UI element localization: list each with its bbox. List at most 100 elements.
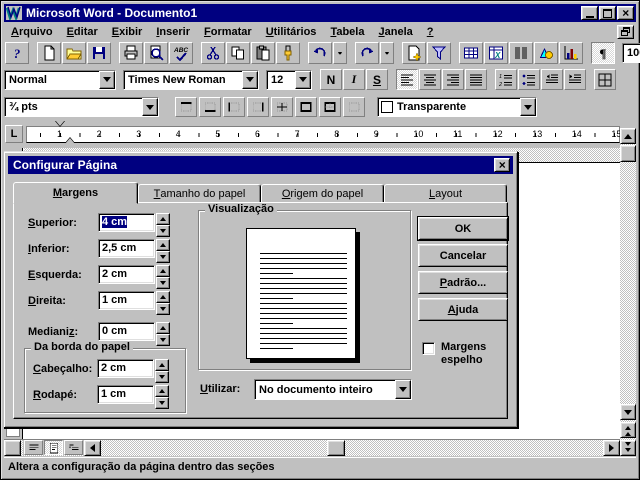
align-right-button[interactable] [442, 69, 464, 90]
cabeçalho-input[interactable]: 2 cm [97, 359, 154, 378]
show-paragraph-button[interactable]: ¶ [591, 42, 615, 64]
spinner[interactable] [156, 291, 170, 310]
border-none-button[interactable] [343, 97, 365, 117]
tab-origem-do-papel[interactable]: Origem do papel [261, 184, 384, 203]
print-preview-button[interactable] [144, 42, 168, 64]
increase-indent-button[interactable] [564, 69, 586, 90]
spin-up-button[interactable] [156, 213, 170, 225]
menu-inserir[interactable]: Inserir [149, 24, 197, 40]
open-button[interactable] [62, 42, 86, 64]
scroll-down-button[interactable] [620, 404, 636, 420]
dialog-close-button[interactable]: × [494, 158, 510, 172]
save-button[interactable] [87, 42, 111, 64]
paste-button[interactable] [251, 42, 275, 64]
superior-input[interactable]: 4 cm [98, 213, 155, 232]
bold-button[interactable]: N [320, 69, 342, 90]
mirror-margins-checkbox[interactable] [422, 342, 435, 355]
esquerda-input[interactable]: 2 cm [98, 265, 155, 284]
border-inside-button[interactable] [271, 97, 293, 117]
chevron-down-icon[interactable] [520, 98, 536, 116]
spinner[interactable] [156, 265, 170, 284]
redo-button[interactable] [355, 42, 379, 64]
autoformat-button[interactable] [427, 42, 451, 64]
spin-down-button[interactable] [155, 397, 169, 409]
zoom-combo[interactable]: 100% [622, 43, 640, 63]
font-combo[interactable]: Times New Roman [123, 70, 259, 90]
spin-down-button[interactable] [156, 277, 170, 289]
copy-button[interactable] [226, 42, 250, 64]
vscroll-thumb[interactable] [620, 145, 636, 162]
minimize-button[interactable] [581, 6, 598, 20]
border-top-button[interactable] [175, 97, 197, 117]
align-left-button[interactable] [396, 69, 418, 90]
chevron-down-icon[interactable] [142, 98, 158, 116]
cancelar-button[interactable]: Cancelar [418, 244, 508, 267]
border-box-inside-button[interactable] [319, 97, 341, 117]
maximize-button[interactable] [599, 6, 616, 20]
align-center-button[interactable] [419, 69, 441, 90]
indent-markers[interactable] [55, 126, 75, 138]
columns-button[interactable] [509, 42, 533, 64]
tab-margens[interactable]: Margens [13, 182, 138, 204]
redo-dropdown-button[interactable] [380, 42, 394, 64]
spin-up-button[interactable] [156, 265, 170, 277]
undo-dropdown-button[interactable] [333, 42, 347, 64]
rodap-input[interactable]: 1 cm [97, 385, 154, 404]
help-button[interactable]: ? [5, 42, 29, 64]
italic-button[interactable]: I [343, 69, 365, 90]
menu-formatar[interactable]: Formatar [197, 24, 259, 40]
normal-view-button[interactable] [24, 440, 43, 455]
spin-down-button[interactable] [156, 303, 170, 315]
underline-button[interactable]: S [366, 69, 388, 90]
font-size-combo[interactable]: 12 [266, 70, 312, 90]
spin-up-button[interactable] [155, 385, 169, 397]
undo-button[interactable] [308, 42, 332, 64]
tab-alignment-button[interactable]: L [5, 125, 23, 143]
medianiz-input[interactable]: 0 cm [98, 322, 155, 341]
spin-down-button[interactable] [156, 334, 170, 346]
document-restore-button[interactable] [617, 25, 634, 39]
menu-editar[interactable]: Editar [60, 24, 105, 40]
ok-button[interactable]: OK [418, 217, 508, 240]
spinner[interactable] [155, 385, 169, 404]
spinner[interactable] [156, 239, 170, 258]
shading-combo[interactable]: Transparente [377, 97, 537, 117]
inferior-input[interactable]: 2,5 cm [98, 239, 155, 258]
insert-excel-button[interactable]: X [484, 42, 508, 64]
chart-button[interactable] [559, 42, 583, 64]
direita-input[interactable]: 1 cm [98, 291, 155, 310]
spin-up-button[interactable] [156, 322, 170, 334]
spinner[interactable] [156, 213, 170, 232]
spin-up-button[interactable] [155, 359, 169, 371]
padro-button[interactable]: Padrão... [418, 271, 508, 294]
style-combo[interactable]: Normal [4, 70, 116, 90]
spelling-button[interactable]: ABC [169, 42, 193, 64]
border-right-button[interactable] [247, 97, 269, 117]
numbered-list-button[interactable]: 12 [495, 69, 517, 90]
chevron-down-icon[interactable] [99, 71, 115, 89]
spin-down-button[interactable] [156, 225, 170, 237]
chevron-down-icon[interactable] [295, 71, 311, 89]
drawing-button[interactable] [534, 42, 558, 64]
apply-to-combo[interactable]: No documento inteiro [254, 379, 412, 400]
spin-up-button[interactable] [156, 291, 170, 303]
spin-down-button[interactable] [156, 251, 170, 263]
previous-page-button[interactable] [620, 422, 636, 438]
tab-tamanho-do-papel[interactable]: Tamanho do papel [138, 184, 261, 203]
new-document-button[interactable] [37, 42, 61, 64]
decrease-indent-button[interactable] [541, 69, 563, 90]
spin-up-button[interactable] [156, 239, 170, 251]
bulleted-list-button[interactable] [518, 69, 540, 90]
page-layout-view-button[interactable] [44, 440, 63, 455]
scroll-up-button[interactable] [620, 128, 636, 144]
border-bottom-button[interactable] [199, 97, 221, 117]
menu-utilitrios[interactable]: Utilitários [259, 24, 324, 40]
close-button[interactable]: × [617, 6, 634, 20]
spin-down-button[interactable] [155, 371, 169, 383]
spinner[interactable] [156, 322, 170, 341]
chevron-down-icon[interactable] [395, 380, 411, 399]
menu-arquivo[interactable]: Arquivo [4, 24, 60, 40]
align-justify-button[interactable] [465, 69, 487, 90]
horizontal-scrollbar[interactable] [4, 439, 620, 456]
autotext-button[interactable] [402, 42, 426, 64]
